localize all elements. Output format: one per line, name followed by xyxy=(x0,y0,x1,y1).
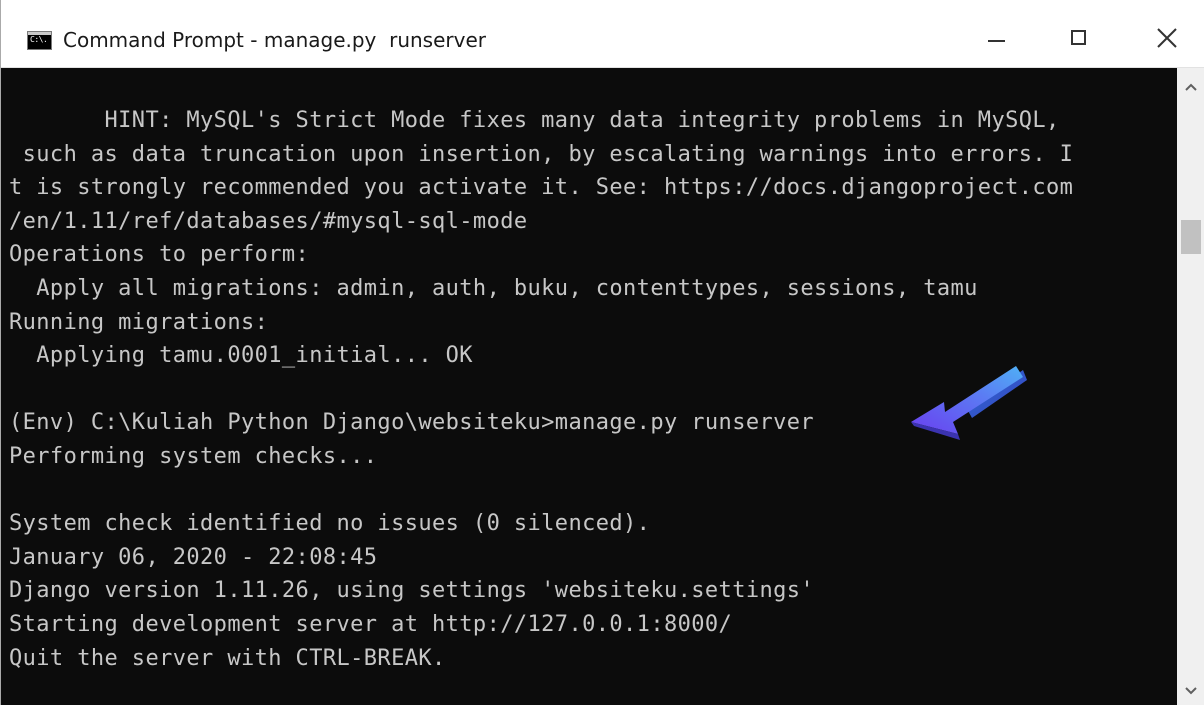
command-prompt-icon[interactable]: C:\. xyxy=(27,31,52,50)
vertical-scrollbar[interactable] xyxy=(1177,68,1204,705)
console-line: such as data truncation upon insertion, … xyxy=(9,142,1074,167)
pointer-arrow-icon xyxy=(911,366,1027,440)
command-line: (Env) C:\Kuliah Python Django\websiteku>… xyxy=(9,410,815,435)
console-line: t is strongly recommended you activate i… xyxy=(9,175,1074,200)
console-line: Quit the server with CTRL-BREAK. xyxy=(9,646,446,671)
minimize-button[interactable] xyxy=(967,16,1027,64)
maximize-icon xyxy=(1071,30,1086,45)
scroll-up-arrow-icon[interactable] xyxy=(1182,80,1200,94)
minimize-icon xyxy=(988,40,1005,42)
console-line: Starting development server at http://12… xyxy=(9,612,733,637)
console-line: Apply all migrations: admin, auth, buku,… xyxy=(9,276,978,301)
scroll-thumb[interactable] xyxy=(1181,220,1201,254)
close-button[interactable] xyxy=(1137,16,1197,64)
scroll-down-arrow-icon[interactable] xyxy=(1182,684,1200,698)
console-line: Applying tamu.0001_initial... OK xyxy=(9,343,473,368)
close-icon xyxy=(1157,28,1177,48)
console-line: January 06, 2020 - 22:08:45 xyxy=(9,545,378,570)
maximize-button[interactable] xyxy=(1049,16,1109,64)
title-bar[interactable]: C:\. Command Prompt - manage.py runserve… xyxy=(1,0,1204,68)
console-line: HINT: MySQL's Strict Mode fixes many dat… xyxy=(9,108,1060,133)
command-prompt-window: C:\. Command Prompt - manage.py runserve… xyxy=(0,0,1204,705)
console-line: Running migrations: xyxy=(9,310,269,335)
console-line: System check identified no issues (0 sil… xyxy=(9,511,651,536)
console-line: /en/1.11/ref/databases/#mysql-sql-mode xyxy=(9,209,528,234)
icon-text: C:\. xyxy=(30,35,48,44)
console-line: Django version 1.11.26, using settings '… xyxy=(9,578,815,603)
console-line: Operations to perform: xyxy=(9,242,310,267)
window-title: Command Prompt - manage.py runserver xyxy=(63,28,486,52)
console-line: Performing system checks... xyxy=(9,444,378,469)
